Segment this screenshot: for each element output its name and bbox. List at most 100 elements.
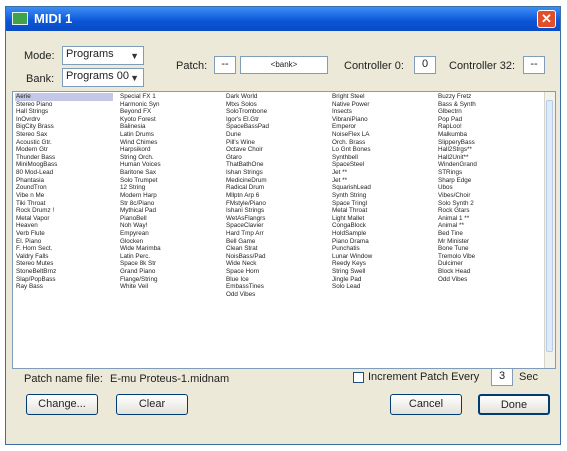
patch-list-item[interactable]: Metal Vapor (15, 215, 113, 223)
patch-list-item[interactable]: F. Horn Sect. (15, 245, 113, 253)
patch-list-item[interactable]: Thunder Bass (15, 154, 113, 162)
patch-list-item[interactable]: Animal ** (437, 222, 541, 230)
patch-list-item[interactable]: Synth String (331, 192, 431, 200)
patch-list-item[interactable]: Sharp Edge (437, 177, 541, 185)
patch-list-item[interactable]: Jingle Pad (331, 276, 431, 284)
patch-list-item[interactable]: Bed Tine (437, 230, 541, 238)
scrollbar-thumb[interactable] (546, 100, 553, 352)
title-bar[interactable]: MIDI 1 ✕ (6, 7, 560, 31)
patch-list-item[interactable]: Mythical Pad (119, 207, 219, 215)
clear-button[interactable]: Clear (116, 394, 188, 415)
patch-list-item[interactable]: Vibe n Me (15, 192, 113, 200)
patch-list-item[interactable]: Glocken (119, 238, 219, 246)
patch-list-item[interactable]: Metal Throat (331, 207, 431, 215)
patch-list-item[interactable]: EmbassTines (225, 283, 325, 291)
patch-list-item[interactable]: Harpsikord (119, 146, 219, 154)
patch-list-item[interactable]: CongaBlock (331, 222, 431, 230)
patch-list-item[interactable]: Radical Drum (225, 184, 325, 192)
patch-list-item[interactable]: Balinesia (119, 123, 219, 131)
patch-list-item[interactable]: StoneBeltBrnz (15, 268, 113, 276)
patch-list-item[interactable]: Noh Way! (119, 222, 219, 230)
patch-list-item[interactable]: 80 Mod-Lead (15, 169, 113, 177)
patch-list-item[interactable]: Bright Steel (331, 93, 431, 101)
patch-list-item[interactable]: BigCity Brass (15, 123, 113, 131)
patch-list-item[interactable]: Wide Neck (225, 260, 325, 268)
list-scrollbar[interactable] (544, 92, 555, 368)
cancel-button[interactable]: Cancel (390, 394, 462, 415)
patch-list-item[interactable]: Kyoto Forest (119, 116, 219, 124)
patch-list-item[interactable]: NoisBass/Pad (225, 253, 325, 261)
patch-list-item[interactable]: MedicineDrum (225, 177, 325, 185)
change-button[interactable]: Change... (26, 394, 98, 415)
patch-list-item[interactable]: MiniMoogBass (15, 161, 113, 169)
patch-list-item[interactable]: Slap/PopBass (15, 276, 113, 284)
patch-list-item[interactable]: Ubos (437, 184, 541, 192)
patch-list-item[interactable]: Pill's Wine (225, 139, 325, 147)
patch-list-item[interactable]: Wide Marimba (119, 245, 219, 253)
patch-list-item[interactable]: Beyond FX (119, 108, 219, 116)
close-button[interactable]: ✕ (537, 10, 556, 28)
patch-list-item[interactable]: Block Head (437, 268, 541, 276)
patch-list-item[interactable]: Tremolo Vibe (437, 253, 541, 261)
patch-list-item[interactable]: Solo Lead (331, 283, 431, 291)
controller0-field[interactable]: 0 (414, 56, 436, 74)
patch-list-item[interactable]: Hall2Strgs** (437, 146, 541, 154)
patch-list-item[interactable]: Clean Strat (225, 245, 325, 253)
patch-list-item[interactable]: Ray Bass (15, 283, 113, 291)
increment-checkbox[interactable] (353, 372, 364, 383)
patch-list-item[interactable]: Bell Game (225, 238, 325, 246)
patch-list-item[interactable]: Vibes/Choir (437, 192, 541, 200)
patch-list-item[interactable]: FMstyle/Piano (225, 200, 325, 208)
patch-list-item[interactable]: Latin Perc. (119, 253, 219, 261)
patch-list-item[interactable]: Hard Tmp Arr (225, 230, 325, 238)
patch-list-item[interactable]: ThatBathOne (225, 161, 325, 169)
patch-list[interactable]: Aerie Stereo Piano Hall Strings InOvrdrv Big… (12, 91, 556, 369)
patch-list-item[interactable]: Igor's El.Gtr (225, 116, 325, 124)
patch-list-item[interactable]: Baritone Sax (119, 169, 219, 177)
patch-list-item[interactable]: SpaceClavier (225, 222, 325, 230)
patch-list-item[interactable]: Acoustic Gtr. (15, 139, 113, 147)
patch-list-item[interactable]: Stereo Mutes (15, 260, 113, 268)
patch-list-item[interactable]: Mr Minister (437, 238, 541, 246)
mode-select[interactable]: Programs ▼ (62, 46, 144, 65)
patch-list-item[interactable]: Tiki Throat (15, 200, 113, 208)
patch-list-item[interactable]: SoloTrombone (225, 108, 325, 116)
patch-list-item[interactable]: Mtxs Solos (225, 101, 325, 109)
patch-list-item[interactable]: VibraniPiano (331, 116, 431, 124)
patch-list-item[interactable]: Heaven (15, 222, 113, 230)
patch-list-item[interactable]: Hall2Unit** (437, 154, 541, 162)
patch-list-item[interactable]: Pop Pad (437, 116, 541, 124)
patch-list-item[interactable]: SlipperyBass (437, 139, 541, 147)
patch-list-item[interactable]: Solo Synth 2 (437, 200, 541, 208)
patch-list-item[interactable]: Modern Harp (119, 192, 219, 200)
patch-list-item[interactable]: WindenGrand (437, 161, 541, 169)
patch-list-item[interactable]: PianoBell (119, 215, 219, 223)
patch-list-item[interactable]: Human Voices (119, 161, 219, 169)
patch-list-item[interactable]: String Swell (331, 268, 431, 276)
patch-list-item[interactable]: Rock Drumz ! (15, 207, 113, 215)
patch-list-item[interactable]: Malkumba (437, 131, 541, 139)
patch-list-item[interactable]: Native Power (331, 101, 431, 109)
patch-list-item[interactable]: Flange/String (119, 276, 219, 284)
patch-list-item[interactable]: Glbectrn (437, 108, 541, 116)
patch-list-item[interactable]: Orch. Brass (331, 139, 431, 147)
patch-list-item[interactable]: Animal 1 ** (437, 215, 541, 223)
patch-list-item[interactable]: InOvrdrv (15, 116, 113, 124)
patch-list-item[interactable]: Aerie (15, 93, 113, 101)
patch-list-item[interactable]: Stereo Sax (15, 131, 113, 139)
patch-list-item[interactable]: Insects (331, 108, 431, 116)
patch-list-item[interactable]: Gtaro (225, 154, 325, 162)
patch-list-item[interactable]: Punchatis (331, 245, 431, 253)
patch-list-item[interactable]: Str 8c/Piano (119, 200, 219, 208)
patch-list-item[interactable]: Stereo Piano (15, 101, 113, 109)
patch-list-item[interactable]: Reedy Keys (331, 260, 431, 268)
patch-list-item[interactable]: Dune (225, 131, 325, 139)
done-button[interactable]: Done (478, 394, 550, 415)
patch-list-item[interactable]: Light Mallet (331, 215, 431, 223)
patch-list-item[interactable]: Harmonic Syn (119, 101, 219, 109)
patch-list-item[interactable]: Hall Strings (15, 108, 113, 116)
patch-list-item[interactable]: SpaceBassPad (225, 123, 325, 131)
patch-list-item[interactable]: RapLoo! (437, 123, 541, 131)
patch-field[interactable]: -- (214, 56, 236, 74)
patch-list-item[interactable]: 12 String (119, 184, 219, 192)
